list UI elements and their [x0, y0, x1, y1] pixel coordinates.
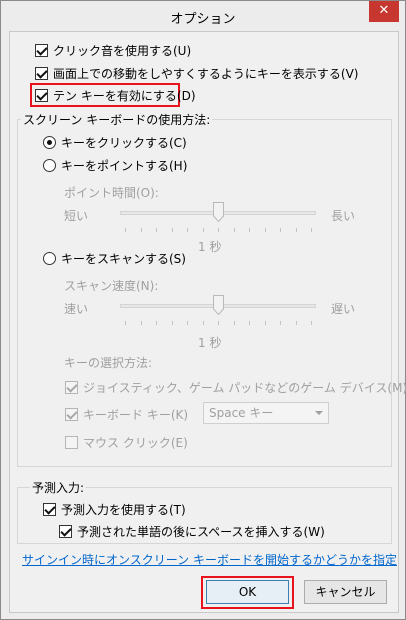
keyboard-key-checkbox[interactable]: キーボード キー(K): [65, 405, 188, 423]
insert-space-checkbox[interactable]: 予測された単語の後にスペースを挿入する(W): [59, 522, 325, 540]
slider-tick: [264, 228, 266, 232]
radio-circle[interactable]: [43, 251, 56, 265]
hover-duration-label: ポイント時間(O):: [64, 186, 159, 200]
mouse-click-checkbox[interactable]: マウス クリック(E): [65, 433, 188, 451]
show-moving-keys-label: 画面上での移動をしやすくするようにキーを表示する(V): [53, 66, 359, 81]
hover-slider-ticks: [125, 228, 312, 234]
scan-key-select[interactable]: Space キー: [203, 402, 329, 424]
scan-keys-label: キーをスキャンする(S): [61, 251, 186, 266]
slider-tick: [156, 228, 157, 232]
click-keys-radio[interactable]: キーをクリックする(C): [43, 133, 187, 151]
use-prediction-label: 予測入力を使用する(T): [61, 502, 186, 517]
slider-tick: [311, 228, 312, 232]
usage-group-label: スクリーン キーボードの使用方法:: [21, 111, 213, 128]
slider-tick: [202, 228, 204, 232]
slider-tick: [233, 228, 235, 232]
keyboard-key-label: キーボード キー(K): [83, 407, 189, 422]
joystick-checkbox[interactable]: ジョイスティック、ゲーム パッドなどのゲーム デバイス(M): [65, 378, 406, 396]
slider-tick: [249, 321, 250, 325]
hover-keys-label: キーをポイントする(H): [61, 158, 188, 173]
checkbox-box[interactable]: [65, 435, 78, 449]
slider-tick: [140, 228, 142, 232]
ok-button[interactable]: OK: [206, 580, 289, 604]
scan-slider-thumb[interactable]: [212, 295, 224, 315]
scan-min-label: 速い: [64, 302, 89, 316]
slider-tick: [125, 228, 126, 232]
slider-tick: [218, 321, 219, 325]
scan-key-select-value: Space キー: [209, 406, 274, 420]
click-keys-label: キーをクリックする(C): [61, 135, 187, 150]
slider-tick: [249, 228, 250, 232]
close-button[interactable]: ✕: [369, 1, 399, 22]
checkbox-box[interactable]: [65, 380, 78, 394]
slider-tick: [187, 321, 188, 325]
joystick-label: ジョイスティック、ゲーム パッドなどのゲーム デバイス(M): [83, 380, 406, 395]
numeric-keypad-checkbox[interactable]: テン キーを有効にする(D): [35, 86, 196, 104]
use-prediction-checkbox[interactable]: 予測入力を使用する(T): [43, 500, 186, 518]
cancel-button[interactable]: キャンセル: [304, 580, 387, 604]
scan-keys-radio[interactable]: キーをスキャンする(S): [43, 249, 186, 267]
slider-tick: [171, 321, 173, 325]
click-sound-checkbox[interactable]: クリック音を使用する(U): [35, 41, 191, 59]
hover-slider-thumb[interactable]: [212, 202, 224, 222]
checkbox-box[interactable]: [59, 524, 72, 538]
slider-tick: [233, 321, 235, 325]
hover-max-label: 長い: [331, 209, 356, 223]
scan-max-label: 遅い: [331, 302, 356, 316]
scan-value-text: 1 秒: [198, 336, 222, 350]
checkbox-box[interactable]: [43, 502, 56, 516]
signin-start-link[interactable]: サインイン時にオンスクリーン キーボードを開始するかどうかを指定: [22, 551, 397, 568]
insert-space-label: 予測された単語の後にスペースを挿入する(W): [77, 524, 325, 539]
slider-tick: [156, 321, 157, 325]
slider-tick: [280, 228, 281, 232]
numeric-keypad-label: テン キーを有効にする(D): [53, 88, 196, 103]
show-moving-keys-checkbox[interactable]: 画面上での移動をしやすくするようにキーを表示する(V): [35, 64, 358, 82]
prediction-group-label: 予測入力:: [30, 479, 87, 496]
scan-speed-label: スキャン速度(N):: [64, 279, 159, 293]
slider-tick: [295, 228, 297, 232]
slider-tick: [171, 228, 173, 232]
slider-tick: [295, 321, 297, 325]
click-sound-label: クリック音を使用する(U): [53, 43, 192, 58]
radio-circle[interactable]: [43, 158, 56, 172]
checkbox-box[interactable]: [35, 43, 48, 57]
slider-tick: [125, 321, 126, 325]
checkbox-box[interactable]: [65, 407, 78, 421]
slider-tick: [280, 321, 281, 325]
hover-keys-radio[interactable]: キーをポイントする(H): [43, 156, 187, 174]
key-selection-label: キーの選択方法:: [64, 356, 153, 370]
checkbox-box[interactable]: [35, 88, 48, 102]
hover-min-label: 短い: [64, 209, 89, 223]
slider-tick: [311, 321, 312, 325]
slider-tick: [218, 228, 219, 232]
chevron-down-icon: [315, 411, 323, 415]
dialog-client: クリック音を使用する(U) 画面上での移動をしやすくするようにキーを表示する(V…: [9, 31, 406, 613]
options-dialog: オプション ✕ クリック音を使用する(U) 画面上での移動をしやすくするようにキ…: [0, 0, 406, 620]
close-icon: ✕: [378, 3, 390, 18]
slider-tick: [202, 321, 204, 325]
mouse-click-label: マウス クリック(E): [83, 435, 188, 450]
checkbox-box[interactable]: [35, 66, 48, 80]
slider-tick: [140, 321, 142, 325]
title-bar: オプション ✕: [1, 1, 405, 31]
dialog-title: オプション: [170, 12, 236, 27]
scan-slider-ticks: [125, 321, 312, 327]
slider-tick: [264, 321, 266, 325]
slider-tick: [187, 228, 188, 232]
radio-circle[interactable]: [43, 135, 56, 149]
hover-value-text: 1 秒: [198, 240, 222, 254]
